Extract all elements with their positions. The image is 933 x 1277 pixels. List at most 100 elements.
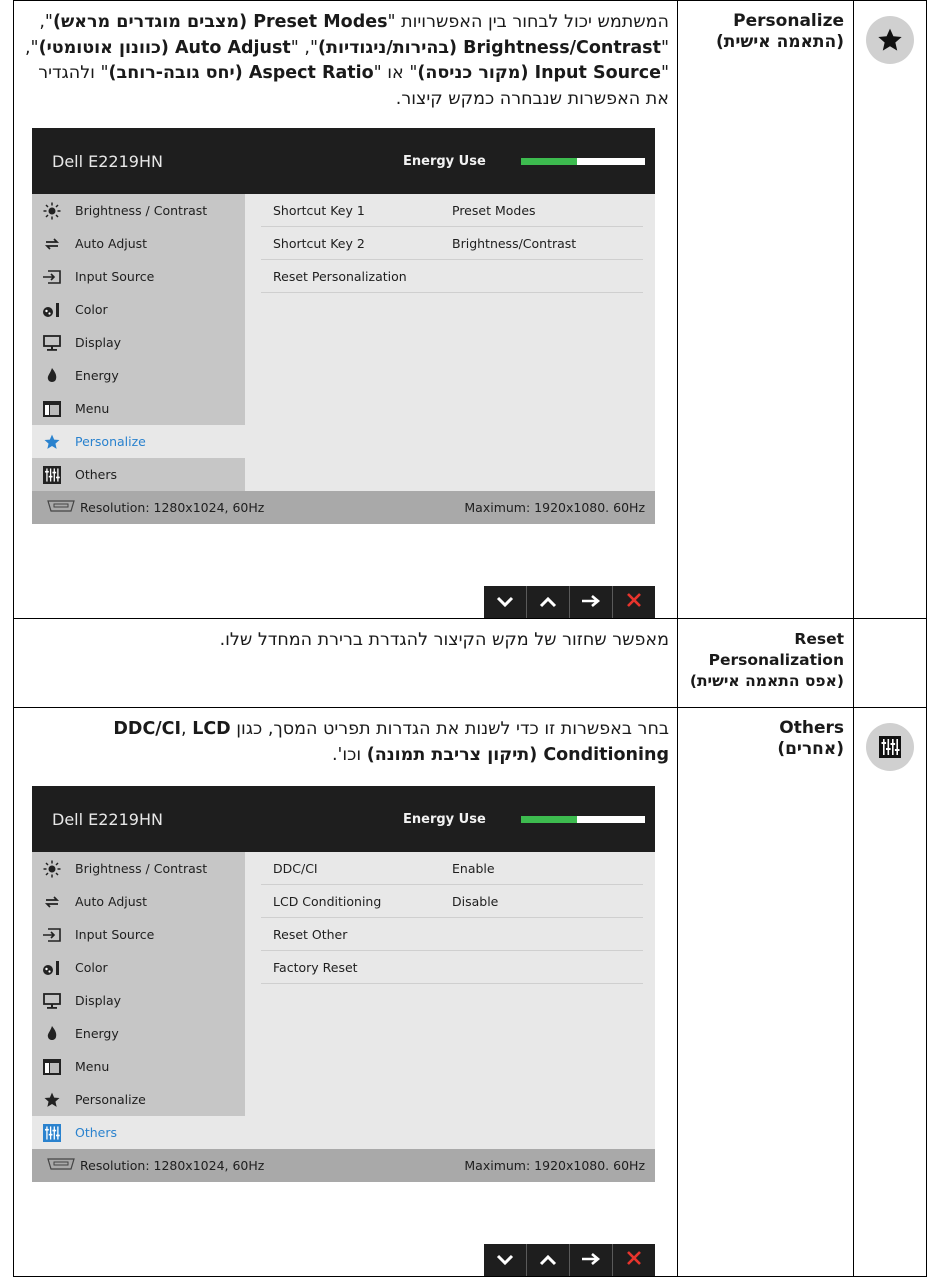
icon-cell <box>853 707 927 1277</box>
osd-submenu-row[interactable]: Factory Reset <box>261 951 643 984</box>
name-cell: Personalize (התאמה אישית) <box>677 0 854 619</box>
exit-button[interactable] <box>612 1244 655 1276</box>
feature-name: Personalize (התאמה אישית) <box>678 1 853 53</box>
resolution-text: Resolution: 1280x1024, 60Hz <box>80 1158 265 1173</box>
text: וכו'. <box>331 744 367 765</box>
forward-button[interactable] <box>569 1244 612 1276</box>
osd-menu-item-energy[interactable]: Energy <box>32 1017 245 1050</box>
osd-submenu-row[interactable]: Reset Other <box>261 918 643 951</box>
osd-menu-item-auto-adjust[interactable]: Auto Adjust <box>32 227 245 260</box>
feature-table: המשתמש יכול לבחור בין האפשרויות "Preset … <box>13 0 927 1277</box>
osd-menu-label: Color <box>75 302 108 317</box>
osd-menu-label: Display <box>75 335 122 350</box>
reset-personalization-description: מאפשר שחזור של מקש הקיצור להגדרת ברירת ה… <box>219 630 669 650</box>
energy-use-bar <box>521 815 645 823</box>
bold-text: Input Source (מקור כניסה) <box>417 63 661 83</box>
bold-text: DDC/CI <box>113 719 182 739</box>
osd-title: Dell E2219HN <box>52 809 163 829</box>
osd-submenu-row[interactable]: Shortcut Key 1 Preset Modes <box>261 194 643 227</box>
star-icon <box>866 16 914 64</box>
display-icon <box>42 333 62 353</box>
osd-screenshot-personalize: Dell E2219HN Energy Use Brightness / Contr… <box>32 128 655 618</box>
display-icon <box>42 991 62 1011</box>
down-button[interactable] <box>484 1244 526 1276</box>
energy-use-label: Energy Use <box>403 153 486 169</box>
table-row-reset-personalization: מאפשר שחזור של מקש הקיצור להגדרת ברירת ה… <box>13 618 927 708</box>
osd-menu-label: Energy <box>75 368 119 383</box>
osd-menu-item-energy[interactable]: Energy <box>32 359 245 392</box>
text: בחר באפשרות זו כדי לשנות את הגדרות תפריט… <box>230 719 669 739</box>
osd-screenshot-others: Dell E2219HN Energy Use Brightness / Contr… <box>32 786 655 1276</box>
osd-menu-label: Others <box>75 467 118 482</box>
osd-submenu-value: Brightness/Contrast <box>452 235 577 251</box>
osd-menu-label: Personalize <box>75 1092 146 1107</box>
osd-menu-item-menu[interactable]: Menu <box>32 1050 245 1083</box>
osd-menu-item-input-source[interactable]: Input Source <box>32 918 245 951</box>
auto-adjust-icon <box>42 234 62 254</box>
down-button[interactable] <box>484 586 526 618</box>
maximum-resolution-text: Maximum: 1920x1080. 60Hz <box>464 500 645 515</box>
input-source-icon <box>42 925 62 945</box>
osd-menu-label: Input Source <box>75 927 155 942</box>
osd-submenu-row[interactable]: Reset Personalization <box>261 260 643 293</box>
color-icon <box>42 958 62 978</box>
description-cell: מאפשר שחזור של מקש הקיצור להגדרת ברירת ה… <box>13 618 678 708</box>
energy-use-fill <box>521 157 577 165</box>
exit-button[interactable] <box>612 586 655 618</box>
osd-menu-item-display[interactable]: Display <box>32 984 245 1017</box>
osd-submenu-label: DDC/CI <box>273 860 318 876</box>
osd-main-menu: Brightness / Contrast Auto Adjust Input So… <box>32 852 245 1149</box>
osd-submenu-value: Preset Modes <box>452 202 536 218</box>
osd-menu-item-display[interactable]: Display <box>32 326 245 359</box>
osd-submenu-label: LCD Conditioning <box>273 893 382 909</box>
energy-use-fill <box>521 815 577 823</box>
resolution-text: Resolution: 1280x1024, 60Hz <box>80 500 265 515</box>
osd-menu-item-input-source[interactable]: Input Source <box>32 260 245 293</box>
maximum-resolution-text: Maximum: 1920x1080. 60Hz <box>464 1158 645 1173</box>
osd-menu-label: Menu <box>75 401 110 416</box>
osd-menu-label: Menu <box>75 1059 110 1074</box>
osd-menu-item-others[interactable]: Others <box>32 1116 245 1149</box>
bold-text: Preset Modes (מצבים מוגדרים מראש) <box>52 12 388 32</box>
chevron-down-icon <box>496 593 514 612</box>
osd-menu-item-personalize[interactable]: Personalize <box>32 1083 245 1116</box>
osd-menu-item-color[interactable]: Color <box>32 951 245 984</box>
others-sliders-icon <box>42 1123 62 1143</box>
up-button[interactable] <box>526 586 569 618</box>
osd-menu-item-menu[interactable]: Menu <box>32 392 245 425</box>
resolution-info: Resolution: 1280x1024, 60Hz <box>46 1157 464 1174</box>
feature-name-en: Others <box>779 718 844 738</box>
osd-menu-label: Color <box>75 960 108 975</box>
osd-menu-label: Brightness / Contrast <box>75 203 208 218</box>
text: , <box>181 719 193 739</box>
text: המשתמש יכול לבחור בין האפשרויות " <box>387 12 669 32</box>
osd-menu-item-brightness-contrast[interactable]: Brightness / Contrast <box>32 852 245 885</box>
forward-button[interactable] <box>569 586 612 618</box>
osd-title: Dell E2219HN <box>52 151 163 171</box>
osd-menu-item-brightness-contrast[interactable]: Brightness / Contrast <box>32 194 245 227</box>
energy-use-label: Energy Use <box>403 811 486 827</box>
osd-submenu-row[interactable]: Shortcut Key 2 Brightness/Contrast <box>261 227 643 260</box>
osd-menu-item-auto-adjust[interactable]: Auto Adjust <box>32 885 245 918</box>
others-sliders-icon <box>42 465 62 485</box>
connector-icon <box>46 499 76 516</box>
bold-text: Aspect Ratio (יחס גובה-רוחב) <box>108 63 374 83</box>
osd-submenu-row[interactable]: LCD Conditioning Disable <box>261 885 643 918</box>
osd-menu-item-personalize[interactable]: Personalize <box>32 425 245 458</box>
osd-footer: Resolution: 1280x1024, 60Hz Maximum: 1920… <box>32 491 655 524</box>
menu-icon <box>42 399 62 419</box>
feature-name-he: (אחרים) <box>777 739 844 759</box>
osd-menu-label: Auto Adjust <box>75 894 148 909</box>
osd-submenu-row[interactable]: DDC/CI Enable <box>261 852 643 885</box>
personalize-description: המשתמש יכול לבחור בין האפשרויות "Preset … <box>14 1 677 112</box>
energy-use-bar <box>521 157 645 165</box>
osd-menu-label: Others <box>75 1125 118 1140</box>
osd-menu-label: Brightness / Contrast <box>75 861 208 876</box>
brightness-icon <box>42 859 62 879</box>
osd-menu-item-others[interactable]: Others <box>32 458 245 491</box>
close-icon <box>626 592 642 612</box>
arrow-right-icon <box>581 593 601 612</box>
up-button[interactable] <box>526 1244 569 1276</box>
osd-menu-item-color[interactable]: Color <box>32 293 245 326</box>
osd-main-menu: Brightness / Contrast Auto Adjust Input So… <box>32 194 245 491</box>
